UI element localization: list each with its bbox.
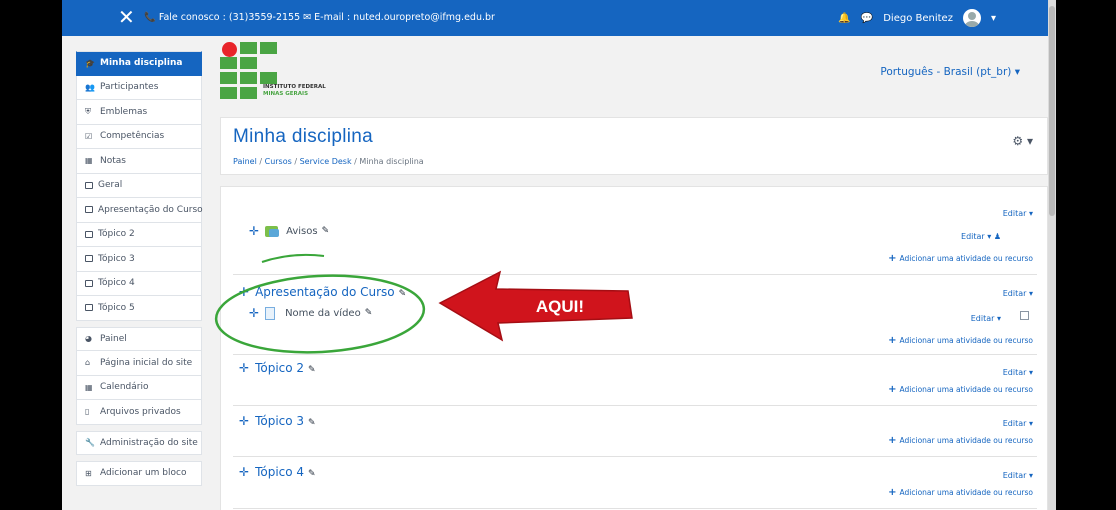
annotation-overlay: AQUI! [214,253,633,354]
browser-viewport: ✕ 📞 Fale conosco : (31)3559-2155 ✉ E-mai… [62,0,1056,510]
annotation-label: AQUI! [536,297,584,316]
highlight-circle [214,274,426,354]
underline-stroke [261,253,325,263]
scrollbar[interactable] [1048,0,1056,510]
scrollbar-thumb[interactable] [1049,6,1055,216]
